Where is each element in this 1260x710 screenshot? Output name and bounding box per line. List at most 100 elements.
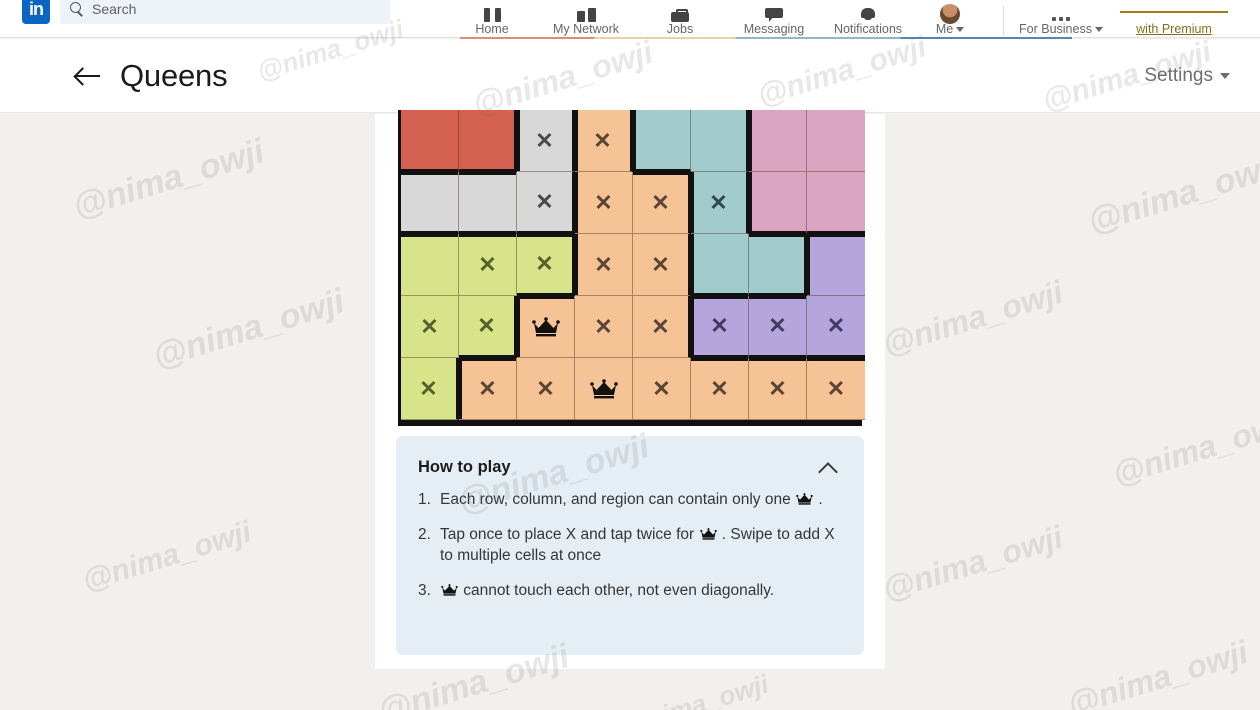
cell-x-marker: ✕ xyxy=(652,375,671,401)
cell-x-marker: ✕ xyxy=(710,375,729,401)
chevron-down-icon xyxy=(1094,27,1103,32)
board-cell[interactable] xyxy=(401,172,459,234)
nav-item-messaging[interactable]: Messaging xyxy=(727,0,821,38)
board-cell[interactable]: ✕ xyxy=(807,296,865,358)
board-cell[interactable] xyxy=(749,234,807,296)
board-cell[interactable]: ✕ xyxy=(575,110,633,172)
board-cell[interactable]: ✕ xyxy=(749,358,807,420)
cell-x-marker: ✕ xyxy=(420,313,439,339)
cell-x-marker: ✕ xyxy=(651,251,670,277)
nav-item-for-business[interactable]: For Business xyxy=(1008,0,1114,38)
grid-dots-icon xyxy=(1052,4,1070,22)
how-to-play-title: How to play xyxy=(418,458,511,476)
cell-x-marker: ✕ xyxy=(768,375,787,401)
cell-x-marker: ✕ xyxy=(535,250,554,276)
nav-item-home[interactable]: Home xyxy=(445,0,539,38)
board-cell[interactable]: ✕ xyxy=(633,172,691,234)
board-cell[interactable]: ✕ xyxy=(459,296,517,358)
board-cell[interactable] xyxy=(807,172,865,234)
board-cell[interactable]: ✕ xyxy=(691,172,749,234)
message-icon xyxy=(765,4,783,22)
linkedin-logo-icon[interactable]: in xyxy=(22,0,50,24)
board-cell[interactable]: ✕ xyxy=(459,234,517,296)
cell-x-marker: ✕ xyxy=(594,313,613,339)
board-cell[interactable] xyxy=(691,110,749,172)
search-input[interactable]: Search xyxy=(60,0,390,24)
board-cell[interactable]: ✕ xyxy=(517,110,575,172)
board-cell[interactable] xyxy=(749,110,807,172)
board-cell[interactable] xyxy=(807,234,865,296)
nav-label-messaging: Messaging xyxy=(743,22,805,36)
board-cell[interactable]: ✕ xyxy=(517,358,575,420)
page-title: Queens xyxy=(120,57,228,93)
board-cell[interactable] xyxy=(633,110,691,172)
cell-x-marker: ✕ xyxy=(594,189,613,215)
chevron-up-icon[interactable] xyxy=(818,462,838,474)
board-cell[interactable] xyxy=(459,110,517,172)
board-cell[interactable]: ✕ xyxy=(575,296,633,358)
board-cell[interactable]: ✕ xyxy=(691,358,749,420)
chevron-down-icon xyxy=(956,27,965,32)
board-cell[interactable]: ✕ xyxy=(633,296,691,358)
board-cell[interactable] xyxy=(401,110,459,172)
board-cell[interactable]: ✕ xyxy=(459,358,517,420)
how-to-play-rule: 3. cannot touch each other, not even dia… xyxy=(418,580,838,601)
queens-board[interactable]: ✕ ✕ ✕ ✕ ✕ ✕ ✕ ✕ ✕ ✕ ✕ ✕ ✕ ✕ ✕ ✕ ✕ ✕ ✕ ✕ ✕ ✕ ✕ ✕ xyxy=(398,110,865,426)
rule-text-after: . xyxy=(814,491,823,508)
rule-number: 3. xyxy=(418,582,431,599)
cell-x-marker: ✕ xyxy=(594,251,613,277)
nav-item-jobs[interactable]: Jobs xyxy=(633,0,727,38)
rule-crown-icon xyxy=(440,582,459,599)
board-cell[interactable] xyxy=(807,110,865,172)
cell-x-marker: ✕ xyxy=(536,375,555,401)
cell-x-marker: ✕ xyxy=(535,127,554,153)
board-cell[interactable]: ✕ xyxy=(517,234,575,296)
board-cell[interactable]: ✕ xyxy=(691,296,749,358)
settings-button[interactable]: Settings xyxy=(1144,65,1230,87)
nav-label-me: Me xyxy=(936,23,965,36)
board-cell[interactable] xyxy=(575,358,633,420)
board-cell[interactable]: ✕ xyxy=(575,234,633,296)
nav-item-me[interactable]: Me xyxy=(915,0,985,38)
board-cell[interactable] xyxy=(517,296,575,358)
briefcase-icon xyxy=(671,4,689,22)
how-to-play-rule: 1. Each row, column, and region can conta… xyxy=(418,489,838,510)
for-business-text: For Business xyxy=(1019,22,1092,36)
nav-item-notifications[interactable]: Notifications xyxy=(821,0,915,38)
board-cell[interactable]: ✕ xyxy=(575,172,633,234)
board-cell[interactable] xyxy=(749,172,807,234)
board-cell[interactable] xyxy=(459,172,517,234)
board-cell[interactable] xyxy=(401,234,459,296)
board-cell[interactable]: ✕ xyxy=(633,358,691,420)
home-icon xyxy=(483,4,501,22)
nav-label-notifications: Notifications xyxy=(833,22,903,36)
arrow-left-icon[interactable] xyxy=(74,61,104,91)
board-cell[interactable]: ✕ xyxy=(517,172,575,234)
board-cell[interactable]: ✕ xyxy=(633,234,691,296)
global-nav-right: For Business with Premium xyxy=(999,0,1234,38)
rule-text-before: Each row, column, and region can contain… xyxy=(440,491,796,508)
board-cell[interactable]: ✕ xyxy=(401,296,459,358)
board-cell[interactable]: ✕ xyxy=(401,358,459,420)
queens-board-wrap: ✕ ✕ ✕ ✕ ✕ ✕ ✕ ✕ ✕ ✕ ✕ ✕ ✕ ✕ ✕ ✕ ✕ ✕ ✕ ✕ ✕ ✕ ✕ ✕ xyxy=(398,110,865,426)
how-to-play-rule: 2. Tap once to place X and tap twice for … xyxy=(418,524,838,566)
board-cell[interactable] xyxy=(691,234,749,296)
cell-x-marker: ✕ xyxy=(651,189,670,215)
cell-x-marker: ✕ xyxy=(478,251,497,277)
chevron-down-icon xyxy=(1220,72,1230,79)
board-cell[interactable]: ✕ xyxy=(749,296,807,358)
premium-upsell[interactable]: with Premium xyxy=(1114,0,1234,38)
nav-label-for-business: For Business xyxy=(1019,23,1103,36)
cell-x-marker: ✕ xyxy=(651,313,670,339)
queens-page-header: Queens Settings xyxy=(0,39,1260,113)
cell-x-marker: ✕ xyxy=(593,127,612,153)
how-to-play-header[interactable]: How to play xyxy=(418,458,838,477)
rule-text-before: Tap once to place X and tap twice for xyxy=(440,526,699,543)
cell-x-marker: ✕ xyxy=(709,189,728,215)
global-nav-items: Home My Network Jobs Messaging Notificat… xyxy=(445,0,985,38)
cell-x-marker: ✕ xyxy=(710,312,729,338)
nav-divider xyxy=(1003,6,1004,36)
board-cell[interactable]: ✕ xyxy=(807,358,865,420)
nav-item-my-network[interactable]: My Network xyxy=(539,0,633,38)
cell-x-marker: ✕ xyxy=(419,375,438,401)
